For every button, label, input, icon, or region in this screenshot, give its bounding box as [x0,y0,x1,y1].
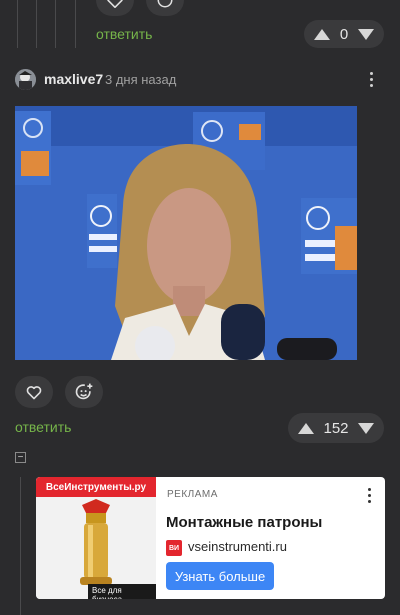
vote-widget: 0 [304,20,384,48]
downvote-icon[interactable] [358,28,374,40]
comment-image[interactable] [15,106,357,360]
emoji-add-icon [157,0,173,8]
more-icon[interactable] [370,72,374,90]
comment-time: 3 дня назад [105,72,177,87]
vote-widget: 152 [288,413,384,443]
emoji-button[interactable] [65,376,103,408]
thread-line [17,0,18,48]
score: 0 [339,25,349,43]
heart-button[interactable] [96,0,134,16]
ad-favicon: ВИ [166,540,182,556]
ad-title[interactable]: Монтажные патроны [166,514,322,531]
heart-button[interactable] [15,376,53,408]
ad-label: РЕКЛАМА [167,489,218,500]
upvote-icon[interactable] [298,422,314,434]
ad-business-tag: Все для бизнеса [88,584,156,599]
ad-cta-button[interactable]: Узнать больше [166,562,274,590]
emoji-button[interactable] [146,0,184,16]
thread-line [75,0,76,48]
thread-line [55,0,56,48]
collapse-toggle[interactable]: − [15,452,26,463]
upvote-icon[interactable] [314,28,330,40]
reply-link[interactable]: ответить [15,419,71,435]
ad-card[interactable]: ВсеИнструменты.ру Все для бизнеса РЕКЛАМ… [36,477,385,599]
reply-link[interactable]: ответить [96,26,152,42]
heart-icon [26,386,42,400]
score: 152 [323,419,349,437]
avatar[interactable] [15,69,36,90]
heart-icon [107,0,123,8]
ad-domain[interactable]: vseinstrumenti.ru [188,539,287,554]
downvote-icon[interactable] [358,422,374,434]
ad-brand-banner: ВсеИнструменты.ру [36,477,156,497]
thread-line [20,477,21,615]
author-name[interactable]: maxlive7 [44,71,103,87]
emoji-add-icon [75,383,93,400]
cartridge-image [80,499,112,585]
more-icon[interactable] [368,488,372,506]
thread-line [36,0,37,48]
ad-image: ВсеИнструменты.ру Все для бизнеса [36,477,156,599]
